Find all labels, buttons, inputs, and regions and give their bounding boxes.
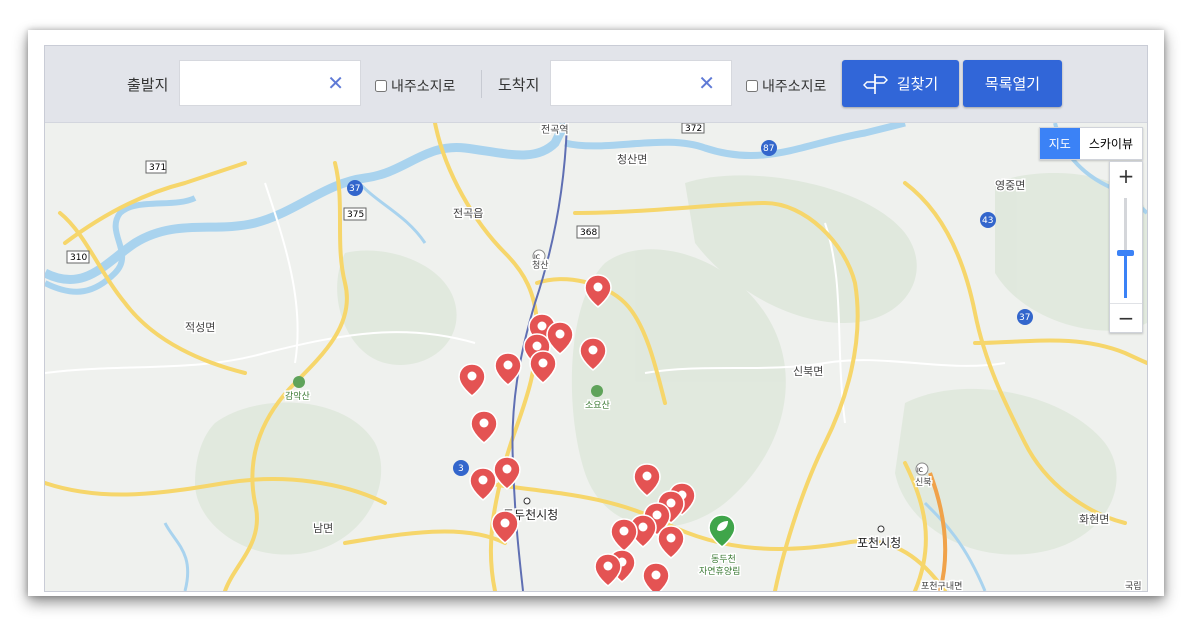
dest-input[interactable] bbox=[561, 63, 705, 105]
label-forest-2: 자연휴양림 bbox=[699, 565, 740, 577]
mountain-icon bbox=[591, 385, 603, 397]
label-pocheon-gu: 포천구내면 bbox=[921, 581, 962, 591]
city-hall-dot-icon bbox=[523, 497, 531, 505]
zoom-control: + − bbox=[1109, 161, 1143, 333]
label-hwahyeon-myeon: 화현면 bbox=[1079, 513, 1109, 526]
label-sinbuk-myeon: 신북면 bbox=[793, 365, 823, 378]
dest-label: 도착지 bbox=[498, 76, 540, 94]
road-37b: 37 bbox=[1019, 313, 1030, 323]
label-cheongsan: 청산 bbox=[532, 260, 549, 271]
signpost-icon bbox=[862, 73, 888, 94]
city-hall-dot-icon bbox=[877, 525, 885, 533]
origin-label: 출발지 bbox=[127, 76, 169, 94]
mountain-icon bbox=[293, 376, 305, 388]
route-search-label: 길찾기 bbox=[896, 75, 939, 93]
road-371: 371 bbox=[149, 163, 166, 173]
zoom-slider-handle[interactable] bbox=[1117, 250, 1134, 256]
route-search-bar: 출발지 ✕ 내주소지로 도착지 ✕ 내주소지로 길찾기 목록열기 bbox=[45, 46, 1147, 123]
label-gamaksan: 감악산 bbox=[285, 390, 310, 402]
origin-my-address-check[interactable] bbox=[375, 80, 387, 92]
origin-field-wrap: ✕ bbox=[179, 60, 361, 106]
label-jeongok-station: 전곡역 bbox=[541, 124, 569, 136]
map-search-panel: 출발지 ✕ 내주소지로 도착지 ✕ 내주소지로 길찾기 목록열기 371 37 … bbox=[44, 45, 1148, 592]
road-43: 43 bbox=[982, 216, 993, 226]
label-cheongsan-myeon: 청산면 bbox=[617, 153, 647, 166]
map-type-toggle: 지도 스카이뷰 bbox=[1038, 127, 1143, 160]
skyview-tab[interactable]: 스카이뷰 bbox=[1080, 128, 1142, 159]
map-canvas: 371 37 375 310 368 87 372 43 37 3 IC IC … bbox=[45, 123, 1147, 591]
origin-clear-icon[interactable]: ✕ bbox=[327, 71, 344, 95]
dest-my-address-check[interactable] bbox=[746, 80, 758, 92]
ic-sinbuk: IC bbox=[917, 467, 923, 474]
label-forest: 동두천 bbox=[711, 554, 736, 565]
road-368: 368 bbox=[580, 228, 597, 238]
zoom-slider-fill bbox=[1124, 253, 1127, 298]
label-jeokseong-myeon: 적성면 bbox=[185, 321, 215, 334]
origin-my-address-label: 내주소지로 bbox=[391, 79, 456, 95]
label-pocheon-city-hall: 포천시청 bbox=[857, 535, 901, 550]
origin-my-address-checkbox[interactable]: 내주소지로 bbox=[375, 76, 455, 96]
origin-input[interactable] bbox=[190, 63, 334, 105]
road-37a: 37 bbox=[349, 184, 360, 194]
label-soyosan: 소요산 bbox=[585, 400, 610, 411]
label-jeongok-eup: 전곡읍 bbox=[453, 207, 483, 220]
road-3: 3 bbox=[458, 464, 464, 474]
label-nam-myeon: 남면 bbox=[313, 522, 333, 535]
zoom-in-button[interactable]: + bbox=[1110, 162, 1142, 190]
road-372: 372 bbox=[685, 124, 702, 134]
road-310: 310 bbox=[70, 253, 87, 263]
route-search-button[interactable]: 길찾기 bbox=[842, 60, 959, 107]
zoom-out-button[interactable]: − bbox=[1110, 303, 1142, 332]
label-yeongjung-myeon: 영중면 bbox=[995, 179, 1025, 192]
dest-clear-icon[interactable]: ✕ bbox=[698, 71, 715, 95]
map-view[interactable]: 371 37 375 310 368 87 372 43 37 3 IC IC … bbox=[45, 123, 1147, 591]
road-87: 87 bbox=[763, 144, 774, 154]
label-gungnip: 국립 bbox=[1125, 581, 1142, 591]
ic-cheongsan: IC bbox=[534, 254, 540, 261]
dest-my-address-label: 내주소지로 bbox=[762, 79, 827, 95]
open-list-button[interactable]: 목록열기 bbox=[963, 60, 1062, 107]
open-list-label: 목록열기 bbox=[984, 75, 1041, 93]
location-marker-icon[interactable] bbox=[642, 562, 670, 591]
search-divider bbox=[481, 70, 482, 98]
label-sinbuk: 신북 bbox=[915, 477, 932, 488]
map-tab[interactable]: 지도 bbox=[1039, 128, 1080, 159]
dest-field-wrap: ✕ bbox=[550, 60, 732, 106]
road-375: 375 bbox=[347, 210, 364, 220]
dest-my-address-checkbox[interactable]: 내주소지로 bbox=[746, 76, 826, 96]
